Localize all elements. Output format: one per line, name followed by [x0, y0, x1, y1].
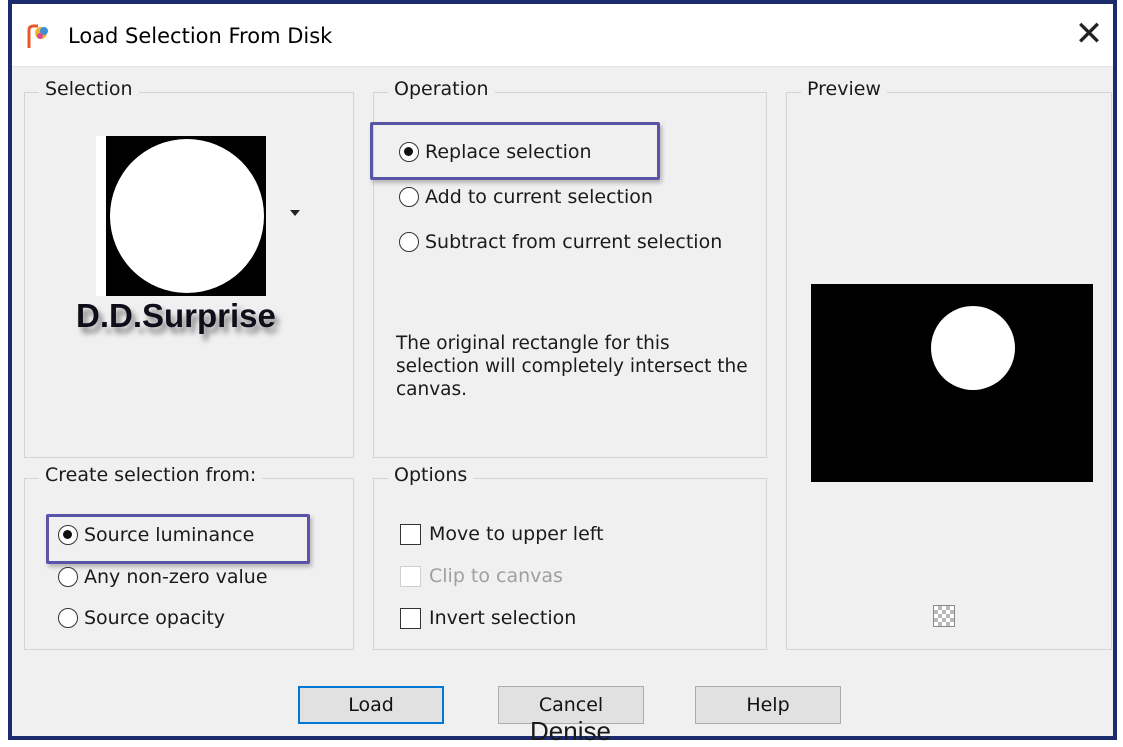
radio-label: Replace selection	[425, 141, 592, 163]
radio-button[interactable]	[399, 187, 419, 207]
chevron-down-icon[interactable]	[290, 210, 300, 216]
preview-canvas	[811, 284, 1093, 482]
radio-button[interactable]	[399, 142, 419, 162]
radio-label: Add to current selection	[425, 186, 653, 208]
create-from-group-label: Create selection from:	[39, 464, 263, 486]
radio-label: Source opacity	[84, 607, 226, 629]
radio-replace-selection[interactable]: Replace selection	[399, 141, 592, 163]
checkbox[interactable]	[400, 607, 421, 629]
radio-add-to-selection[interactable]: Add to current selection	[399, 186, 653, 208]
watermark-text: Denise	[530, 716, 611, 746]
options-group-label: Options	[388, 464, 474, 486]
checkbox-invert-selection[interactable]: Invert selection	[400, 607, 576, 629]
thumbnail-circle	[110, 139, 264, 293]
checkbox-clip-to-canvas[interactable]: Clip to canvas	[400, 565, 563, 587]
checkbox-label: Invert selection	[429, 607, 577, 629]
radio-label: Source luminance	[84, 524, 255, 546]
radio-source-opacity[interactable]: Source opacity	[58, 607, 225, 629]
radio-source-luminance[interactable]: Source luminance	[58, 524, 254, 546]
operation-info-text: The original rectangle for this selectio…	[396, 333, 748, 400]
preview-group-label: Preview	[801, 78, 887, 100]
operation-group-label: Operation	[388, 78, 495, 100]
radio-button[interactable]	[399, 232, 419, 252]
radio-button[interactable]	[58, 567, 78, 587]
radio-button[interactable]	[58, 608, 78, 628]
selection-thumbnail[interactable]	[96, 136, 266, 296]
selection-group-label: Selection	[39, 78, 139, 100]
checkbox[interactable]	[400, 565, 421, 587]
paintshop-pro-icon	[27, 24, 48, 48]
radio-subtract-from-selection[interactable]: Subtract from current selection	[399, 231, 722, 253]
load-selection-dialog: Load Selection From Disk ✕ Selection D.D…	[8, 0, 1117, 746]
load-button[interactable]: Load	[298, 686, 444, 724]
radio-label: Subtract from current selection	[425, 231, 723, 253]
preview-circle	[931, 306, 1015, 390]
checkbox[interactable]	[400, 523, 421, 545]
window-title: Load Selection From Disk	[68, 24, 333, 48]
radio-any-non-zero[interactable]: Any non-zero value	[58, 566, 268, 588]
radio-button[interactable]	[58, 525, 78, 545]
selection-name: D.D.Surprise	[76, 297, 276, 334]
title-bar[interactable]: Load Selection From Disk ✕	[12, 4, 1113, 67]
radio-label: Any non-zero value	[84, 566, 268, 588]
checkbox-move-to-upper-left[interactable]: Move to upper left	[400, 523, 604, 545]
checkbox-label: Move to upper left	[429, 523, 604, 545]
help-button[interactable]: Help	[695, 686, 841, 724]
checkbox-label: Clip to canvas	[429, 565, 563, 587]
close-icon[interactable]: ✕	[1071, 16, 1107, 52]
checkerboard-icon[interactable]	[933, 605, 955, 627]
